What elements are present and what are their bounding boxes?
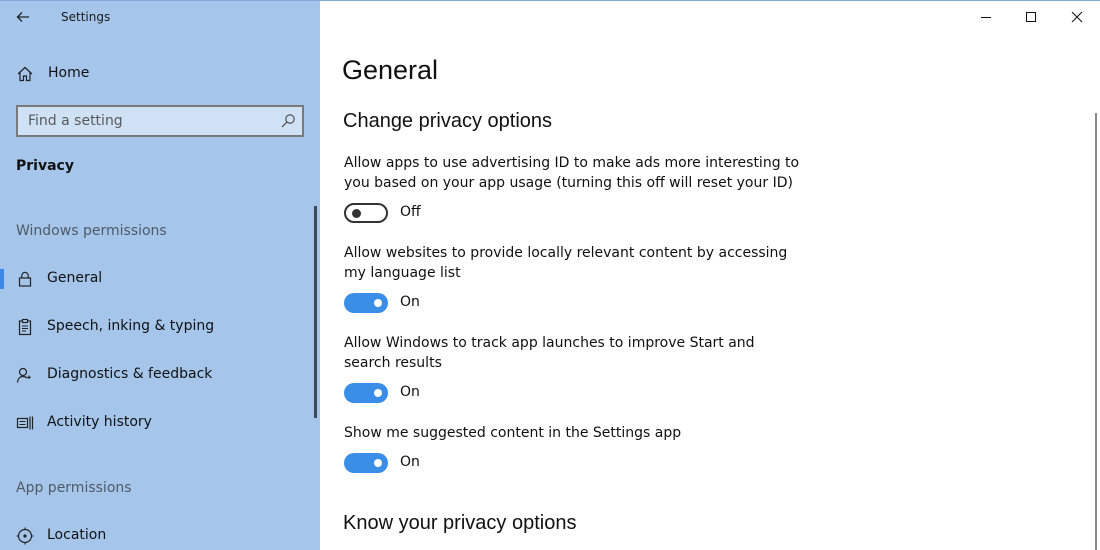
sidebar-section-title: Privacy [16, 158, 74, 174]
setting-description: Allow Windows to track app launches to i… [344, 335, 755, 371]
sidebar-item-label: Location [47, 527, 107, 543]
lock-icon [18, 271, 32, 287]
toggle-knob [374, 299, 382, 307]
sidebar-item-activity-history[interactable]: Activity history [0, 403, 314, 443]
activity-history-icon [16, 416, 34, 430]
search-input[interactable]: Find a setting [16, 105, 304, 137]
sidebar-item-label: General [47, 270, 103, 286]
home-icon [17, 66, 33, 82]
sidebar-item-home[interactable]: Home [0, 59, 320, 89]
location-icon [16, 527, 34, 545]
toggle-state-label: On [400, 384, 420, 400]
sidebar-item-home-label: Home [48, 65, 90, 81]
section-title-know-privacy: Know your privacy options [343, 512, 577, 534]
back-arrow-icon [16, 12, 29, 22]
sidebar-item-diagnostics[interactable]: Diagnostics & feedback [0, 355, 314, 395]
sidebar-item-location[interactable]: Location [0, 516, 314, 550]
toggle-state-label: Off [400, 204, 421, 220]
sidebar-item-label: Activity history [47, 414, 152, 430]
person-feedback-icon [16, 367, 31, 383]
sidebar-item-label: Diagnostics & feedback [47, 366, 213, 382]
search-icon [281, 114, 295, 128]
setting-description: Allow websites to provide locally releva… [344, 245, 788, 281]
sidebar: Settings Home Find a setting Privacy Win… [0, 1, 320, 550]
toggle-knob [352, 209, 361, 218]
setting-description: Show me suggested content in the Setting… [344, 425, 682, 441]
app-title: Settings [61, 10, 111, 24]
clipboard-icon [18, 318, 32, 336]
language-list-toggle[interactable] [344, 293, 388, 313]
sidebar-scrollbar[interactable] [314, 206, 317, 418]
content-scrollbar[interactable] [1095, 113, 1097, 550]
suggested-content-toggle[interactable] [344, 453, 388, 473]
search-placeholder: Find a setting [28, 113, 123, 129]
selected-indicator [0, 269, 4, 289]
page-title: General [342, 55, 439, 85]
section-title-change-privacy: Change privacy options [343, 110, 553, 132]
toggle-state-label: On [400, 294, 420, 310]
advertising-id-toggle[interactable] [344, 203, 388, 223]
app-permissions-label: App permissions [16, 480, 132, 496]
toggle-knob [374, 459, 382, 467]
sidebar-item-general[interactable]: General [0, 259, 314, 299]
windows-permissions-label: Windows permissions [16, 223, 167, 239]
setting-description: Allow apps to use advertising ID to make… [344, 155, 800, 191]
toggle-state-label: On [400, 454, 420, 470]
main-content: General Change privacy options Allow app… [320, 1, 1100, 550]
app-launch-tracking-toggle[interactable] [344, 383, 388, 403]
sidebar-item-label: Speech, inking & typing [47, 318, 215, 334]
back-button[interactable] [8, 3, 38, 31]
toggle-knob [374, 389, 382, 397]
sidebar-item-speech[interactable]: Speech, inking & typing [0, 307, 314, 347]
